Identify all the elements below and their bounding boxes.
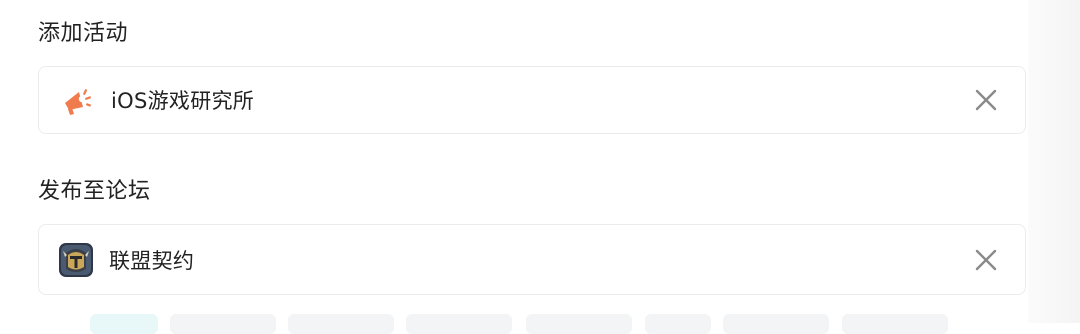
add-activity-title: 添加活动: [38, 21, 129, 46]
tag-chip[interactable]: [526, 314, 632, 334]
tag-chip[interactable]: [90, 314, 158, 334]
close-icon: [975, 89, 997, 111]
right-edge-panel: [1028, 0, 1080, 323]
forum-item-card[interactable]: 联盟契约: [38, 224, 1026, 295]
tag-chip[interactable]: [406, 314, 512, 334]
remove-activity-button[interactable]: [971, 85, 1001, 115]
tag-chip[interactable]: [842, 314, 948, 334]
remove-forum-button[interactable]: [971, 245, 1001, 275]
publish-to-forum-title: 发布至论坛: [38, 179, 151, 204]
megaphone-icon: [59, 83, 93, 117]
tag-chip-row: [0, 314, 1028, 334]
tag-chip[interactable]: [288, 314, 394, 334]
tag-chip[interactable]: [723, 314, 829, 334]
forum-item-label: 联盟契约: [109, 248, 195, 273]
tag-chip[interactable]: [645, 314, 711, 334]
activity-item-label: iOS游戏研究所: [111, 89, 255, 113]
tag-chip[interactable]: [170, 314, 276, 334]
activity-item-card[interactable]: iOS游戏研究所: [38, 66, 1026, 134]
close-icon: [975, 249, 997, 270]
forum-avatar-knight-icon: [59, 242, 93, 277]
